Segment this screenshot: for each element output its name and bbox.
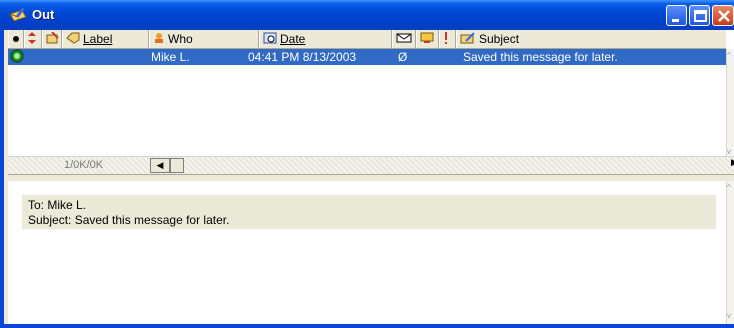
list-vertical-scrollbar[interactable]: ^ v (726, 49, 734, 161)
message-counts: 1/0K/0K (64, 159, 104, 171)
clock-icon (263, 32, 277, 47)
horizontal-scroll-thumb[interactable] (170, 158, 184, 173)
row-who: Mike L. (151, 50, 190, 64)
row-date: 04:41 PM 8/13/2003 (248, 50, 357, 64)
preview-subject: Subject: Saved this message for later. (28, 213, 230, 227)
exclamation-icon (443, 31, 449, 47)
preview-pane[interactable]: To: Mike L. Subject: Saved this message … (8, 181, 734, 324)
green-circle-icon (10, 49, 24, 66)
preview-scroll-up-icon[interactable]: ^ (727, 183, 731, 193)
message-list[interactable]: Label Who Date Subject Mike L. 04:41 PM … (8, 30, 734, 175)
attachment-icon (46, 30, 60, 47)
dot-icon (12, 32, 20, 46)
preview-scroll-down-icon[interactable]: v (727, 311, 731, 321)
scroll-up-icon[interactable]: ^ (727, 51, 731, 61)
who-header-text: Who (168, 32, 193, 46)
date-header-text: Date (280, 32, 306, 46)
row-subject: Saved this message for later. (463, 50, 618, 64)
date-column-header[interactable]: Date (259, 30, 392, 48)
scroll-left-button[interactable]: ◀ (150, 158, 170, 173)
size-column-header[interactable] (392, 30, 416, 48)
flag-column-header[interactable] (439, 30, 456, 48)
column-header: Label Who Date Subject (8, 30, 726, 49)
monitor-icon (420, 32, 434, 47)
subject-column-header[interactable]: Subject (456, 30, 726, 48)
out-window: Out Label Who Date Subject Mike L. 04:41… (0, 0, 734, 328)
pencil-note-icon (460, 31, 476, 47)
who-column-header[interactable]: Who (149, 30, 259, 48)
person-icon (153, 32, 165, 47)
preview-to: To: Mike L. (28, 198, 87, 212)
label-header-text: Label (83, 32, 113, 46)
envelope-pencil-icon (8, 6, 28, 24)
row-size: Ø (398, 50, 408, 64)
priority-column-header[interactable] (24, 30, 42, 48)
up-down-arrows-icon (28, 31, 36, 47)
envelope-icon (396, 32, 412, 46)
tag-icon (66, 32, 80, 47)
label-column-header[interactable]: Label (62, 30, 149, 48)
status-bar: 1/0K/0K ◀ (8, 156, 734, 175)
attachment-column-header[interactable] (42, 30, 62, 48)
maximize-button[interactable] (689, 5, 710, 26)
preview-header: To: Mike L. Subject: Saved this message … (22, 195, 716, 229)
subject-header-text: Subject (479, 32, 520, 46)
preview-vertical-scrollbar[interactable]: ^ v (726, 181, 734, 324)
window-title: Out (32, 7, 55, 22)
minimize-button[interactable] (666, 5, 687, 26)
status-column-header[interactable] (8, 30, 24, 48)
mood-column-header[interactable] (416, 30, 439, 48)
table-row[interactable]: Mike L. 04:41 PM 8/13/2003 Ø Saved this … (8, 49, 726, 65)
close-button[interactable] (712, 5, 734, 26)
title-bar[interactable]: Out (0, 0, 734, 30)
